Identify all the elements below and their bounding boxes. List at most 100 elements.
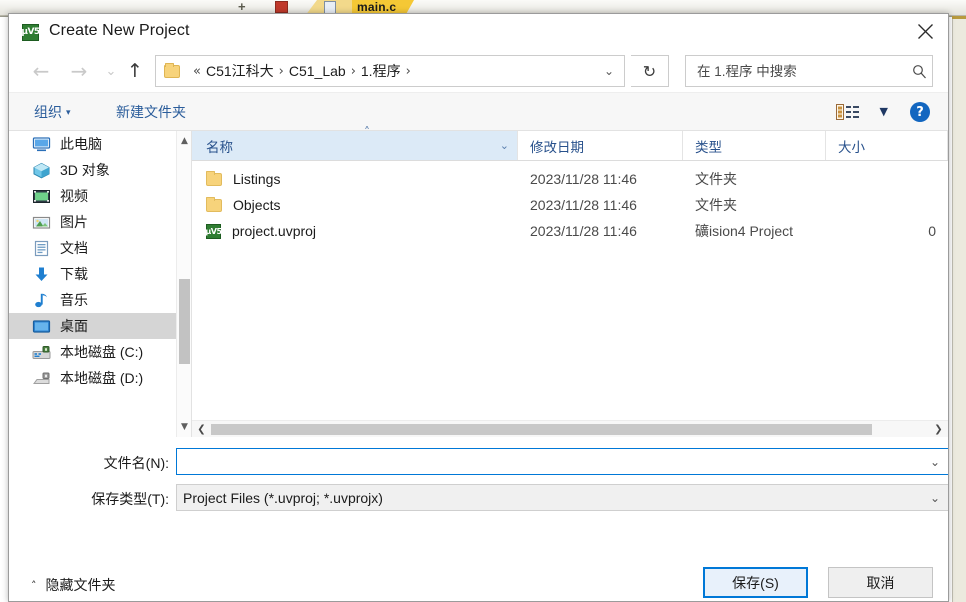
table-row[interactable]: Listings 2023/11/28 11:46 文件夹 [192, 166, 948, 192]
sidebar-item-desktop[interactable]: 桌面 [9, 313, 191, 339]
sidebar-item-videos[interactable]: 视频 [9, 183, 191, 209]
chevron-up-icon[interactable]: ▲ [177, 133, 191, 149]
chevron-down-icon[interactable]: ▼ [177, 419, 191, 435]
file-name: Listings [233, 171, 281, 187]
file-name-input[interactable] [183, 452, 921, 471]
arrow-up-icon[interactable]: ↑ [121, 56, 149, 86]
refresh-icon[interactable]: ↻ [631, 55, 669, 87]
sort-ascending-icon: ˄ [364, 125, 370, 139]
file-type: 文件夹 [695, 197, 737, 213]
organize-button[interactable]: 组织 ▾ [34, 102, 71, 122]
save-button[interactable]: 保存(S) [703, 567, 808, 598]
list-view-icon[interactable] [836, 104, 860, 120]
search-input[interactable] [695, 62, 906, 80]
sidebar-item-label: 图片 [60, 214, 88, 230]
file-date: 2023/11/28 11:46 [530, 223, 637, 239]
column-header-label: 类型 [695, 139, 722, 155]
command-bar: 组织 ▾ 新建文件夹 ▼ ? [9, 92, 948, 130]
chevron-right-icon[interactable]: ❯ [930, 421, 947, 437]
chevron-up-icon: ˄ [31, 578, 37, 592]
videos-icon [32, 188, 51, 205]
file-type: 礦ision4 Project [695, 223, 794, 239]
file-type: 文件夹 [695, 171, 737, 187]
file-date: 2023/11/28 11:46 [530, 197, 637, 213]
file-date: 2023/11/28 11:46 [530, 171, 637, 187]
navigation-bar: ← → ⌄ ↑ « C51江科大 › C51_Lab › 1.程序 › ⌄ ↻ [9, 50, 948, 92]
column-header-date[interactable]: 修改日期 [518, 131, 683, 160]
help-icon[interactable]: ? [910, 102, 930, 122]
breadcrumb-item-2[interactable]: 1.程序 [361, 61, 401, 81]
file-name-cell: Listings [192, 170, 518, 187]
breadcrumb-prefix: « [193, 63, 201, 79]
column-header-size[interactable]: 大小 [826, 131, 948, 160]
breadcrumb-separator: › [350, 63, 356, 79]
sidebar-item-local-disk-c[interactable]: 本地磁盘 (C:) [9, 339, 191, 365]
file-name-cell: Objects [192, 196, 518, 213]
table-row[interactable]: µV5 project.uvproj 2023/11/28 11:46 礦isi… [192, 218, 948, 244]
create-new-project-dialog: µV5 Create New Project ← → ⌄ ↑ « C51江科大 … [8, 13, 949, 602]
new-folder-button[interactable]: 新建文件夹 [116, 102, 186, 122]
chevron-down-icon[interactable]: ⌄ [921, 455, 948, 469]
chevron-down-icon[interactable]: ⌄ [921, 491, 948, 505]
this-pc-icon [32, 136, 51, 153]
sidebar-item-this-pc[interactable]: 此电脑 [9, 131, 191, 157]
chevron-down-icon[interactable]: ⌄ [500, 139, 509, 152]
column-header-label: 名称 [206, 139, 233, 155]
desktop-icon [32, 318, 51, 335]
hide-folders-toggle[interactable]: ˄ 隐藏文件夹 [31, 575, 116, 595]
cancel-button[interactable]: 取消 [828, 567, 933, 598]
close-tab-icon[interactable] [275, 1, 288, 13]
sidebar-item-label: 本地磁盘 (D:) [60, 370, 144, 386]
sidebar-scrollbar-thumb[interactable] [179, 279, 190, 364]
chevron-down-icon: ▾ [66, 108, 71, 118]
breadcrumb-separator: › [278, 63, 284, 79]
address-bar[interactable]: « C51江科大 › C51_Lab › 1.程序 › ⌄ [155, 55, 625, 87]
arrow-left-icon[interactable]: ← [27, 56, 55, 86]
sidebar-item-downloads[interactable]: 下载 [9, 261, 191, 287]
dialog-content: 此电脑 3D 对象 视频 图片 文档 下载 音乐 桌面 本地磁盘 (C:) 本地… [9, 125, 948, 437]
sidebar-item-local-disk-d[interactable]: 本地磁盘 (D:) [9, 365, 191, 391]
column-headers: ˄ 名称 ⌄ 修改日期 类型 大小 [192, 125, 948, 161]
3d-objects-icon [32, 162, 51, 179]
sidebar-item-label: 下载 [60, 266, 88, 282]
column-header-label: 修改日期 [530, 139, 584, 155]
file-size: 0 [928, 223, 936, 239]
sidebar-item-pictures[interactable]: 图片 [9, 209, 191, 235]
search-icon[interactable] [906, 64, 932, 79]
file-name-field[interactable]: ⌄ [176, 448, 948, 475]
file-type-select[interactable]: Project Files (*.uvproj; *.uvprojx) ⌄ [176, 484, 948, 511]
sidebar-item-music[interactable]: 音乐 [9, 287, 191, 313]
file-rows: Listings 2023/11/28 11:46 文件夹 Objects 20… [192, 161, 948, 420]
sidebar-item-3d-objects[interactable]: 3D 对象 [9, 157, 191, 183]
dialog-title: Create New Project [49, 22, 190, 39]
column-header-name[interactable]: ˄ 名称 ⌄ [192, 125, 518, 160]
add-tab-icon[interactable]: + [238, 0, 246, 14]
keil-uvision-icon: µV5 [21, 24, 40, 41]
arrow-right-icon[interactable]: → [65, 56, 93, 86]
folder-icon [164, 62, 180, 78]
hide-folders-label: 隐藏文件夹 [45, 577, 116, 593]
sidebar-item-label: 3D 对象 [60, 162, 110, 178]
file-name-cell: µV5 project.uvproj [192, 223, 518, 239]
chevron-down-icon[interactable]: ⌄ [594, 56, 624, 86]
column-header-type[interactable]: 类型 [683, 131, 826, 160]
chevron-down-icon[interactable]: ▼ [880, 105, 888, 118]
background-right-strip [952, 16, 966, 602]
horizontal-scrollbar[interactable]: ❮ ❯ [192, 420, 948, 437]
close-icon[interactable] [902, 14, 948, 48]
dialog-footer: ˄ 隐藏文件夹 保存(S) 取消 @51CTO博客 [9, 557, 948, 601]
file-type-value: Project Files (*.uvproj; *.uvprojx) [183, 489, 383, 506]
background-gold-line [952, 16, 966, 19]
keil-uvision-icon: µV5 [205, 223, 222, 239]
sidebar-item-documents[interactable]: 文档 [9, 235, 191, 261]
chevron-left-icon[interactable]: ❮ [193, 421, 210, 437]
sidebar-scrollbar[interactable]: ▲ ▼ [176, 131, 191, 437]
horizontal-scrollbar-thumb[interactable] [211, 424, 872, 435]
breadcrumb-item-0[interactable]: C51江科大 [206, 61, 274, 81]
keil-icon-glyph: µV5 [21, 27, 40, 37]
sidebar-item-label: 文档 [60, 240, 88, 256]
sidebar-item-label: 此电脑 [60, 136, 102, 152]
search-box[interactable] [685, 55, 933, 87]
breadcrumb-item-1[interactable]: C51_Lab [289, 63, 346, 79]
table-row[interactable]: Objects 2023/11/28 11:46 文件夹 [192, 192, 948, 218]
